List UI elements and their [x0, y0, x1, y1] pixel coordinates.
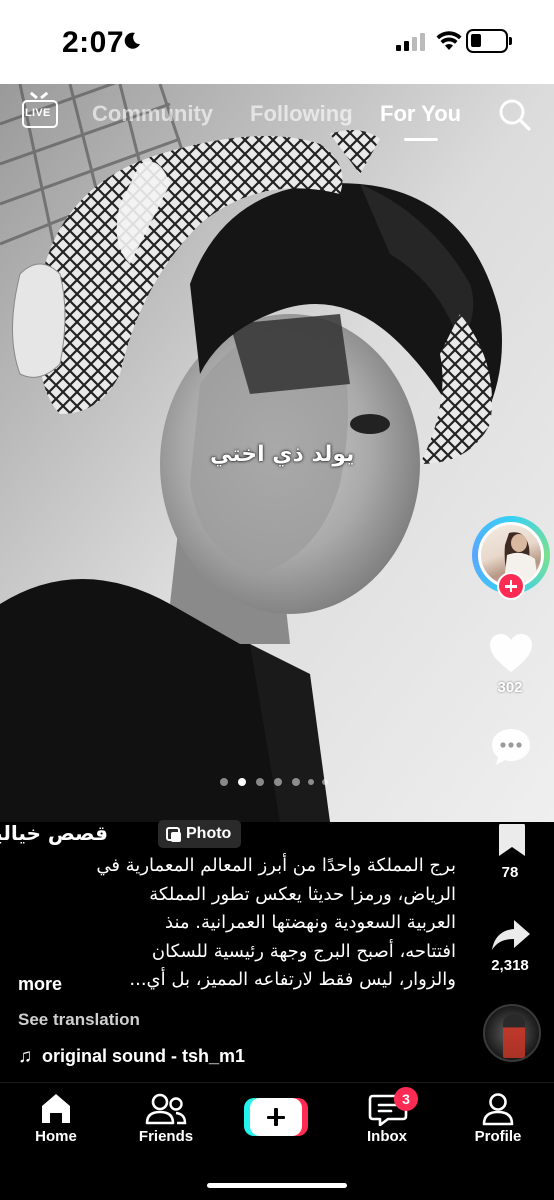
author-name[interactable]: قصص خياليه [0, 821, 108, 845]
tab-home-label[interactable]: Home [11, 1128, 101, 1145]
like-count: 302 [497, 679, 523, 696]
home-indicator [207, 1183, 347, 1188]
search-icon[interactable] [498, 98, 532, 132]
carousel-dot [274, 778, 282, 786]
create-plus-button[interactable] [244, 1098, 308, 1136]
signal-icon [396, 33, 425, 51]
bookmark-count: 78 [501, 864, 519, 881]
inbox-notification-badge: 3 [394, 1087, 418, 1111]
share-count: 2,318 [491, 957, 529, 974]
carousel-dot-active [238, 778, 246, 786]
carousel-dot [220, 778, 228, 786]
see-translation-link[interactable]: See translation [18, 1010, 140, 1030]
tab-profile-label[interactable]: Profile [453, 1128, 543, 1145]
overlay-caption: يولد ذي اختي [210, 442, 355, 467]
description-line: افتتاحه، أصبح البرج وجهة رئيسية للسكان [151, 940, 456, 962]
carousel-dot [256, 778, 264, 786]
tab-friends-label[interactable]: Friends [121, 1128, 211, 1145]
comment-icon[interactable] [490, 726, 532, 768]
live-icon[interactable]: LIVE [22, 100, 58, 128]
sound-disc[interactable] [483, 1004, 541, 1062]
carousel-dot [308, 779, 314, 785]
tab-inbox-label[interactable]: Inbox [342, 1128, 432, 1145]
tab-for-you[interactable]: For You [380, 101, 461, 127]
moon-icon [124, 32, 140, 49]
post-description[interactable]: برج المملكة واحدًا من أبرز المعالم المعم… [16, 852, 456, 995]
description-line: الرياض، ورمزا حديثا يعكس تطور المملكة [149, 883, 456, 905]
status-time: 2:07 [62, 26, 125, 59]
tab-community[interactable]: Community [92, 101, 213, 127]
photo-badge: Photo [158, 820, 242, 848]
carousel-dot [322, 779, 328, 785]
photo-stack-icon [166, 827, 181, 842]
heart-icon[interactable] [488, 632, 534, 674]
description-line: برج المملكة واحدًا من أبرز المعالم المعم… [96, 855, 456, 876]
carousel-dot [292, 778, 300, 786]
friends-icon[interactable] [121, 1092, 211, 1126]
share-icon[interactable] [490, 918, 532, 952]
wifi-icon [436, 31, 462, 50]
tab-following[interactable]: Following [250, 101, 353, 127]
battery-icon [466, 29, 512, 53]
follow-plus-button[interactable] [497, 572, 525, 600]
home-icon[interactable] [11, 1092, 101, 1126]
photo-badge-label: Photo [186, 825, 232, 842]
more-link[interactable]: more [18, 974, 62, 995]
live-label: LIVE [25, 107, 51, 119]
description-line: والزوار، ليس فقط لارتفاعه المميز، بل أي.… [129, 969, 456, 990]
description-line: العربية السعودية ونهضتها العمرانية. منذ [165, 912, 456, 933]
music-note-icon: ♫ [18, 1046, 33, 1067]
sound-label[interactable]: original sound - tsh_m1 [42, 1046, 245, 1067]
inbox-icon[interactable] [342, 1092, 432, 1126]
status-bar: 2:07 [0, 0, 554, 84]
profile-icon[interactable] [453, 1092, 543, 1126]
bookmark-icon[interactable] [497, 822, 527, 858]
active-tab-indicator [404, 138, 438, 141]
sound-disc-image [503, 1014, 525, 1058]
